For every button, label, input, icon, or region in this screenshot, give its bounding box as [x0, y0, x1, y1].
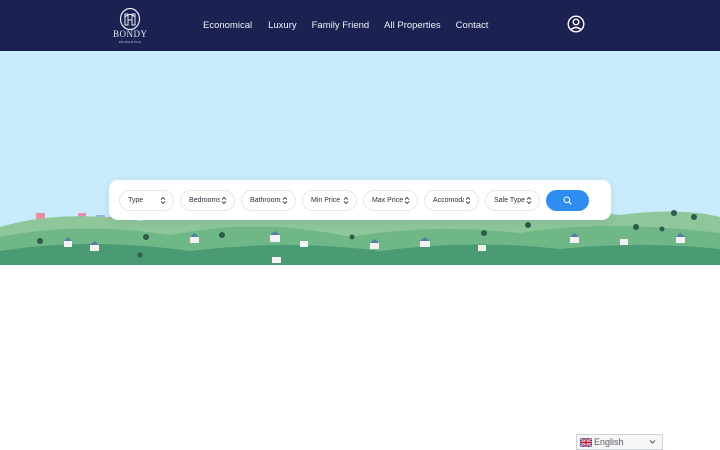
updown-chevron-icon [221, 196, 227, 205]
filter-type-label: Type [128, 197, 144, 204]
filter-bedrooms[interactable]: Bedrooms [180, 190, 235, 211]
filter-sale-type-label: Sale Type [494, 197, 525, 204]
logo-subtext: PROPERTIES [118, 40, 142, 44]
filter-bedrooms-label: Bedrooms [189, 197, 220, 204]
filter-max-price[interactable]: Max Price [363, 190, 418, 211]
filter-bathrooms-label: Bathrooms [250, 197, 281, 204]
search-icon [563, 196, 572, 205]
filter-min-price[interactable]: Min Price [302, 190, 357, 211]
search-button[interactable] [546, 190, 589, 211]
updown-chevron-icon [160, 196, 166, 205]
hero-banner: Type Bedrooms Bathrooms Min Price Max Pr… [0, 51, 720, 265]
nav-economical[interactable]: Economical [203, 18, 252, 34]
property-search-bar: Type Bedrooms Bathrooms Min Price Max Pr… [109, 180, 611, 220]
chevron-down-icon [649, 440, 656, 444]
nav-all-properties[interactable]: All Properties [384, 18, 441, 34]
filter-bathrooms[interactable]: Bathrooms [241, 190, 296, 211]
filter-sale-type[interactable]: Sale Type [485, 190, 540, 211]
logo-text: BONDY [113, 29, 148, 39]
landscape-illustration [0, 209, 720, 265]
updown-chevron-icon [465, 196, 471, 205]
user-account-icon[interactable] [567, 15, 585, 33]
language-selector[interactable]: English [576, 434, 663, 450]
updown-chevron-icon [526, 196, 532, 205]
site-header: BONDY PROPERTIES Economical Luxury Famil… [0, 0, 720, 51]
updown-chevron-icon [404, 196, 410, 205]
brand-logo[interactable]: BONDY PROPERTIES [113, 8, 147, 44]
filter-type[interactable]: Type [119, 190, 174, 211]
updown-chevron-icon [282, 196, 288, 205]
filter-max-price-label: Max Price [372, 197, 403, 204]
nav-family-friend[interactable]: Family Friend [312, 18, 370, 34]
nav-luxury[interactable]: Luxury [268, 18, 297, 34]
filter-accomodation[interactable]: Accomodation [424, 190, 479, 211]
nav-contact[interactable]: Contact [456, 18, 489, 34]
filter-min-price-label: Min Price [311, 197, 341, 204]
updown-chevron-icon [343, 196, 349, 205]
main-nav: Economical Luxury Family Friend All Prop… [203, 18, 488, 34]
filter-accomodation-label: Accomodation [433, 197, 464, 204]
language-label: English [594, 437, 624, 447]
uk-flag-icon [580, 438, 592, 447]
